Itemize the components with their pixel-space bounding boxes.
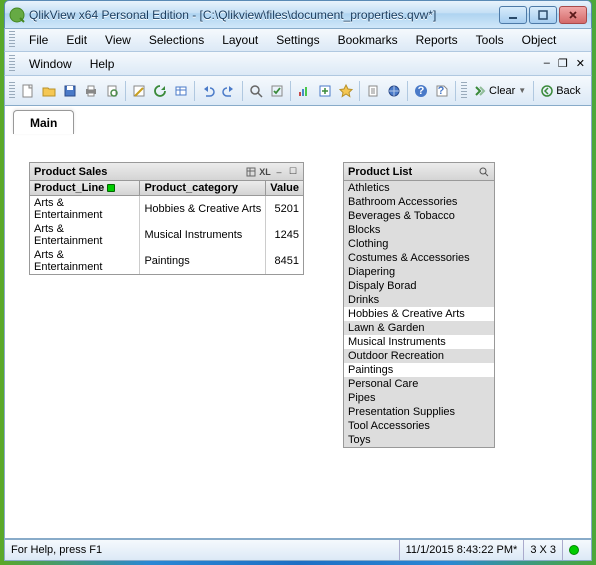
list-item[interactable]: Bathroom Accessories — [344, 195, 494, 209]
notes-button[interactable] — [363, 81, 383, 101]
list-item[interactable]: Outdoor Recreation — [344, 349, 494, 363]
tab-main[interactable]: Main — [13, 110, 74, 134]
clear-button[interactable]: Clear ▼ — [470, 85, 530, 97]
close-button[interactable] — [559, 6, 587, 24]
table-row[interactable]: Arts & EntertainmentHobbies & Creative A… — [30, 196, 303, 223]
col-product-line[interactable]: Product_Line — [30, 181, 140, 196]
edit-script-button[interactable] — [129, 81, 149, 101]
list-item[interactable]: Tool Accessories — [344, 419, 494, 433]
menubar-row1: File Edit View Selections Layout Setting… — [4, 28, 592, 52]
maximize-icon[interactable]: ☐ — [287, 166, 299, 178]
quick-chart-button[interactable] — [294, 81, 314, 101]
status-time: 11/1/2015 8:43:22 PM* — [399, 540, 524, 560]
help-button[interactable]: ? — [411, 81, 431, 101]
list-item[interactable]: Hobbies & Creative Arts — [344, 307, 494, 321]
redo-button[interactable] — [219, 81, 239, 101]
list-item[interactable]: Clothing — [344, 237, 494, 251]
svg-text:?: ? — [438, 85, 445, 97]
list-item[interactable]: Costumes & Accessories — [344, 251, 494, 265]
minimize-icon[interactable]: – — [273, 166, 285, 178]
whats-this-button[interactable]: ? — [432, 81, 452, 101]
mdi-close-button[interactable]: ✕ — [574, 57, 587, 70]
menu-reports[interactable]: Reports — [408, 30, 466, 50]
status-help: For Help, press F1 — [11, 544, 399, 556]
list-item[interactable]: Presentation Supplies — [344, 405, 494, 419]
menu-help[interactable]: Help — [82, 54, 123, 74]
list-item[interactable]: Toys — [344, 433, 494, 447]
list-item[interactable]: Pipes — [344, 391, 494, 405]
menu-object[interactable]: Object — [514, 30, 565, 50]
search-icon[interactable] — [478, 166, 490, 178]
bookmarks-button[interactable] — [336, 81, 356, 101]
menu-tools[interactable]: Tools — [468, 30, 512, 50]
search-button[interactable] — [246, 81, 266, 101]
toolbar: ? ? Clear ▼ Back — [4, 76, 592, 106]
add-sheet-button[interactable] — [315, 81, 335, 101]
new-button[interactable] — [18, 81, 38, 101]
svg-text:?: ? — [418, 85, 425, 97]
status-led-icon — [569, 545, 579, 555]
product-sales-panel: Product Sales XL – ☐ Product_Line Produc… — [29, 162, 304, 275]
table-row[interactable]: Arts & EntertainmentMusical Instruments1… — [30, 222, 303, 248]
mdi-restore-button[interactable]: ❐ — [556, 57, 570, 70]
minimize-button[interactable] — [499, 6, 527, 24]
col-value[interactable]: Value — [266, 181, 303, 196]
maximize-button[interactable] — [529, 6, 557, 24]
menu-bookmarks[interactable]: Bookmarks — [330, 30, 406, 50]
list-item[interactable]: Blocks — [344, 223, 494, 237]
product-list-panel: Product List AthleticsBathroom Accessori… — [343, 162, 495, 448]
reload-button[interactable] — [150, 81, 170, 101]
statusbar: For Help, press F1 11/1/2015 8:43:22 PM*… — [4, 539, 592, 561]
send-to-excel-icon[interactable] — [245, 166, 257, 178]
menu-window[interactable]: Window — [21, 54, 80, 74]
back-button[interactable]: Back — [537, 85, 584, 97]
sheet: Product Sales XL – ☐ Product_Line Produc… — [5, 138, 591, 538]
open-button[interactable] — [39, 81, 59, 101]
menu-view[interactable]: View — [97, 30, 139, 50]
window-title: QlikView x64 Personal Edition - [C:\Qlik… — [29, 8, 499, 22]
status-size: 3 X 3 — [523, 540, 562, 560]
sales-table: Product_Line Product_category Value Arts… — [30, 181, 303, 274]
list-item[interactable]: Personal Care — [344, 377, 494, 391]
menubar-row2: Window Help – ❐ ✕ — [4, 52, 592, 76]
list-item[interactable]: Paintings — [344, 363, 494, 377]
app-icon — [9, 7, 25, 23]
tabstrip: Main — [5, 106, 591, 134]
selection-led-icon — [107, 184, 115, 192]
mdi-minimize-button[interactable]: – — [542, 57, 552, 70]
back-label: Back — [556, 85, 580, 97]
list-item[interactable]: Diapering — [344, 265, 494, 279]
list-item[interactable]: Athletics — [344, 181, 494, 195]
clear-label: Clear — [489, 85, 515, 97]
print-preview-button[interactable] — [102, 81, 122, 101]
product-sales-title: Product Sales — [34, 166, 243, 178]
list-item[interactable]: Beverages & Tobacco — [344, 209, 494, 223]
menu-layout[interactable]: Layout — [214, 30, 266, 50]
product-list-title: Product List — [348, 166, 476, 178]
list-item[interactable]: Drinks — [344, 293, 494, 307]
xl-icon[interactable]: XL — [259, 166, 271, 178]
current-selections-button[interactable] — [267, 81, 287, 101]
menu-file[interactable]: File — [21, 30, 56, 50]
titlebar: QlikView x64 Personal Edition - [C:\Qlik… — [4, 0, 592, 28]
menu-edit[interactable]: Edit — [58, 30, 95, 50]
undo-button[interactable] — [198, 81, 218, 101]
menu-selections[interactable]: Selections — [141, 30, 212, 50]
webview-button[interactable] — [384, 81, 404, 101]
list-item[interactable]: Musical Instruments — [344, 335, 494, 349]
list-item[interactable]: Dispaly Borad — [344, 279, 494, 293]
save-button[interactable] — [60, 81, 80, 101]
col-product-category[interactable]: Product_category — [140, 181, 266, 196]
table-viewer-button[interactable] — [171, 81, 191, 101]
print-button[interactable] — [81, 81, 101, 101]
menu-settings[interactable]: Settings — [268, 30, 327, 50]
list-item[interactable]: Lawn & Garden — [344, 321, 494, 335]
table-row[interactable]: Arts & EntertainmentPaintings8451 — [30, 248, 303, 274]
workspace: Main Product Sales XL – ☐ Product_Line P… — [4, 106, 592, 539]
